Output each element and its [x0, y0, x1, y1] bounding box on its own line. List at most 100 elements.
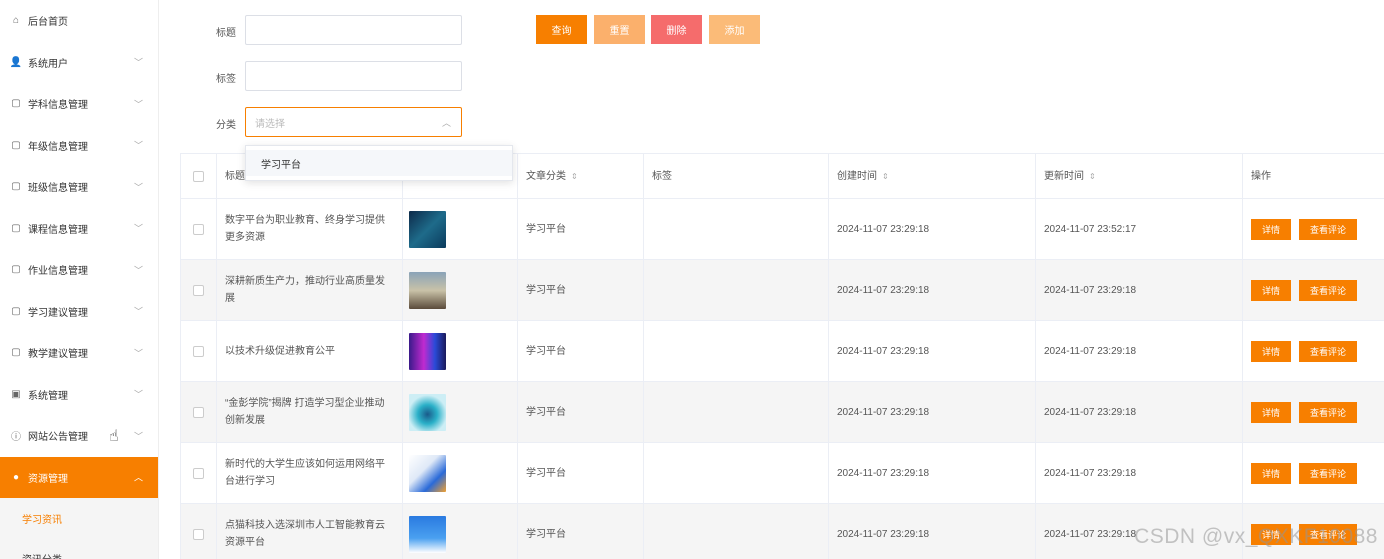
header-created[interactable]: 创建时间 ⇕: [829, 154, 1036, 198]
sidebar-item-7[interactable]: ▢ 学习建议管理 ﹀: [0, 291, 158, 333]
article-thumbnail[interactable]: [409, 515, 446, 553]
view-comments-button[interactable]: 查看评论: [1299, 218, 1357, 240]
cell-image: [403, 443, 518, 503]
sort-icon[interactable]: ⇕: [571, 168, 578, 185]
view-comments-button[interactable]: 查看评论: [1299, 340, 1357, 362]
sidebar-subitem-news-category[interactable]: 资讯分类: [0, 538, 158, 559]
reset-button[interactable]: 重置: [594, 15, 645, 44]
title-input[interactable]: [245, 15, 462, 45]
detail-button[interactable]: 详情: [1251, 279, 1291, 301]
cell-category: 学习平台: [518, 199, 644, 259]
row-checkbox[interactable]: [193, 345, 204, 357]
row-checkbox[interactable]: [193, 223, 204, 235]
sidebar-item-label: 年级信息管理: [28, 141, 88, 153]
cell-actions: 详情 查看评论: [1243, 321, 1384, 381]
table-row: 数字平台为职业教育、终身学习提供更多资源 学习平台 2024-11-07 23:29…: [180, 199, 1384, 260]
cell-updated: 2024-11-07 23:29:18: [1036, 443, 1243, 503]
cell-title: 新时代的大学生应该如何运用网络平台进行学习: [217, 443, 403, 503]
doc-icon: ▢: [11, 347, 21, 359]
doc-icon: ▢: [11, 98, 21, 110]
sidebar-item-8[interactable]: ▢ 教学建议管理 ﹀: [0, 332, 158, 374]
sidebar-item-2[interactable]: ▢ 学科信息管理 ﹀: [0, 83, 158, 125]
sidebar-item-11[interactable]: ● 资源管理 ︿: [0, 456, 158, 498]
cell-created: 2024-11-07 23:29:18: [829, 260, 1036, 320]
tag-input[interactable]: [245, 61, 462, 91]
table-body: 数字平台为职业教育、终身学习提供更多资源 学习平台 2024-11-07 23:29…: [180, 199, 1384, 559]
cell-actions: 详情 查看评论: [1243, 443, 1384, 503]
created-time: 2024-11-07 23:29:18: [837, 223, 930, 235]
sidebar-item-label: 后台首页: [28, 17, 68, 29]
chevron-down-icon: ﹀: [133, 223, 143, 234]
updated-time: 2024-11-07 23:29:18: [1044, 528, 1137, 540]
cell-updated: 2024-11-07 23:29:18: [1036, 382, 1243, 442]
view-comments-button[interactable]: 查看评论: [1299, 462, 1357, 484]
header-category[interactable]: 文章分类 ⇕: [518, 154, 644, 198]
sidebar-item-4[interactable]: ▢ 班级信息管理 ﹀: [0, 166, 158, 208]
sidebar-item-5[interactable]: ▢ 课程信息管理 ﹀: [0, 208, 158, 250]
sidebar-item-0[interactable]: ⌂ 后台首页: [0, 0, 158, 42]
created-time: 2024-11-07 23:29:18: [837, 284, 930, 296]
table-row: “金彭学院”揭牌 打造学习型企业推动创新发展 学习平台 2024-11-07 23:…: [180, 382, 1384, 443]
sidebar-item-label: 资源管理: [28, 473, 68, 485]
add-button[interactable]: 添加: [709, 15, 760, 44]
sidebar-item-label: 学科信息管理: [28, 100, 88, 112]
query-button[interactable]: 查询: [536, 15, 587, 44]
article-title: 以技术升级促进教育公平: [225, 345, 335, 357]
sort-icon[interactable]: ⇕: [882, 168, 889, 185]
table-row: 深耕新质生产力，推动行业高质量发展 学习平台 2024-11-07 23:29:18…: [180, 260, 1384, 321]
article-thumbnail[interactable]: [409, 332, 446, 370]
cell-tags: [644, 443, 829, 503]
sidebar-item-6[interactable]: ▢ 作业信息管理 ﹀: [0, 249, 158, 291]
row-checkbox-cell: [180, 443, 217, 503]
cell-title: “金彭学院”揭牌 打造学习型企业推动创新发展: [217, 382, 403, 442]
select-all-checkbox[interactable]: [193, 170, 204, 182]
sidebar-item-9[interactable]: ▣ 系统管理 ﹀: [0, 374, 158, 416]
article-category: 学习平台: [526, 223, 566, 235]
cell-title: 点猫科技入选深圳市人工智能教育云资源平台: [217, 504, 403, 559]
article-thumbnail[interactable]: [409, 210, 446, 248]
cell-created: 2024-11-07 23:29:18: [829, 199, 1036, 259]
header-updated-label: 更新时间: [1044, 170, 1084, 182]
row-checkbox-cell: [180, 260, 217, 320]
detail-button[interactable]: 详情: [1251, 340, 1291, 362]
sidebar-subitem-study-news[interactable]: 学习资讯: [0, 498, 158, 538]
row-checkbox[interactable]: [193, 467, 204, 479]
article-thumbnail[interactable]: [409, 393, 446, 431]
header-updated[interactable]: 更新时间 ⇕: [1036, 154, 1243, 198]
sidebar-item-10[interactable]: ⓘ 网站公告管理 ﹀: [0, 415, 158, 457]
detail-button[interactable]: 详情: [1251, 218, 1291, 240]
row-checkbox[interactable]: [193, 406, 204, 418]
chevron-down-icon: ﹀: [133, 57, 143, 68]
category-select[interactable]: 请选择 ︿: [245, 107, 462, 137]
doc-icon: ▢: [11, 305, 21, 317]
user-icon: 👤: [9, 56, 23, 68]
dropdown-option[interactable]: 学习平台: [246, 150, 512, 176]
article-thumbnail[interactable]: [409, 271, 446, 309]
sidebar-item-1[interactable]: 👤 系统用户 ﹀: [0, 42, 158, 84]
cell-category: 学习平台: [518, 504, 644, 559]
article-thumbnail[interactable]: [409, 454, 446, 492]
row-checkbox[interactable]: [193, 284, 204, 296]
sort-icon[interactable]: ⇕: [1089, 168, 1096, 185]
article-title: 点猫科技入选深圳市人工智能教育云资源平台: [225, 520, 385, 548]
cell-category: 学习平台: [518, 382, 644, 442]
header-created-label: 创建时间: [837, 170, 877, 182]
view-comments-button[interactable]: 查看评论: [1299, 401, 1357, 423]
chevron-up-icon: ︿: [441, 117, 451, 128]
detail-button[interactable]: 详情: [1251, 401, 1291, 423]
view-comments-button[interactable]: 查看评论: [1299, 279, 1357, 301]
info-icon: ⓘ: [11, 432, 21, 444]
article-category: 学习平台: [526, 345, 566, 357]
sidebar-item-3[interactable]: ▢ 年级信息管理 ﹀: [0, 125, 158, 167]
cell-tags: [644, 504, 829, 559]
detail-button[interactable]: 详情: [1251, 462, 1291, 484]
delete-button[interactable]: 删除: [651, 15, 702, 44]
row-checkbox[interactable]: [193, 528, 204, 540]
article-title: 深耕新质生产力，推动行业高质量发展: [225, 276, 385, 304]
table-row: 新时代的大学生应该如何运用网络平台进行学习 学习平台 2024-11-07 23:2…: [180, 443, 1384, 504]
cell-category: 学习平台: [518, 260, 644, 320]
created-time: 2024-11-07 23:29:18: [837, 345, 930, 357]
sidebar-item-label: 网站公告管理: [28, 432, 88, 444]
article-category: 学习平台: [526, 284, 566, 296]
row-checkbox-cell: [180, 321, 217, 381]
